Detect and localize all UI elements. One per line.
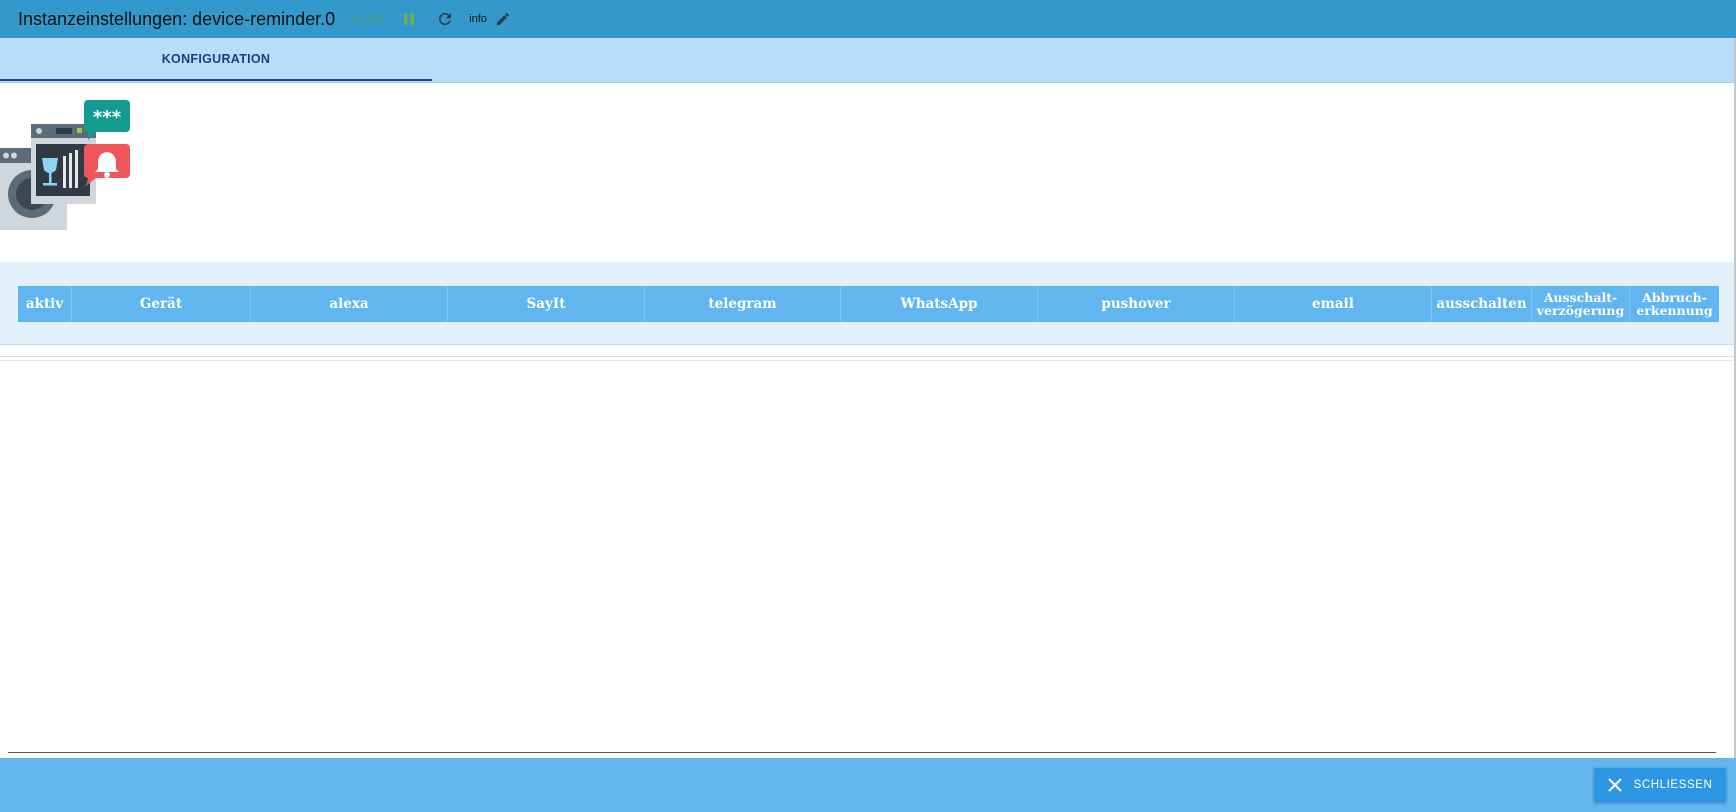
dialog-footer: [0, 758, 1736, 812]
close-icon: [1607, 778, 1622, 792]
device-table-header: aktiv Gerät alexa SayIt telegram WhatsAp…: [18, 286, 1719, 322]
column-header-ausschalt-line2: verzögerung: [1536, 303, 1625, 318]
device-reminder-logo: ***: [0, 98, 132, 230]
tab-bar: KONFIGURATION: [0, 38, 1736, 83]
pencil-icon[interactable]: [493, 9, 513, 29]
info-label: info: [469, 13, 487, 25]
column-header-abbrucherkennung: Abbruch- erkennung: [1630, 286, 1719, 322]
refresh-icon[interactable]: [435, 9, 455, 29]
dialog-title: Instanzeinstellungen: device-reminder.0: [18, 8, 336, 29]
column-header-email: email: [1235, 286, 1432, 322]
column-header-pushover: pushover: [1038, 286, 1235, 322]
title-bar: Instanzeinstellungen: device-reminder.0 …: [0, 0, 1736, 38]
column-header-whatsapp: WhatsApp: [841, 286, 1038, 322]
tab-konfiguration[interactable]: KONFIGURATION: [0, 38, 432, 81]
divider: [0, 356, 1736, 357]
close-button[interactable]: SCHLIESSEN: [1594, 768, 1726, 802]
pause-icon[interactable]: [399, 9, 419, 29]
column-header-alexa: alexa: [251, 286, 448, 322]
column-header-ausschaltverzoegerung: Ausschalt- verzögerung: [1532, 286, 1630, 322]
column-header-telegram: telegram: [645, 286, 841, 322]
column-header-sayit: SayIt: [448, 286, 645, 322]
content-bottom-border: [8, 752, 1716, 753]
divider: [0, 360, 1736, 361]
column-header-geraet: Gerät: [72, 286, 251, 322]
column-header-abbruch-line2: erkennung: [1636, 303, 1713, 318]
version-label: v1.2.8: [353, 13, 384, 25]
column-header-aktiv: aktiv: [18, 286, 72, 322]
close-button-label: SCHLIESSEN: [1633, 779, 1713, 791]
svg-text:***: ***: [93, 107, 122, 128]
column-header-ausschalten: ausschalten: [1432, 286, 1532, 322]
